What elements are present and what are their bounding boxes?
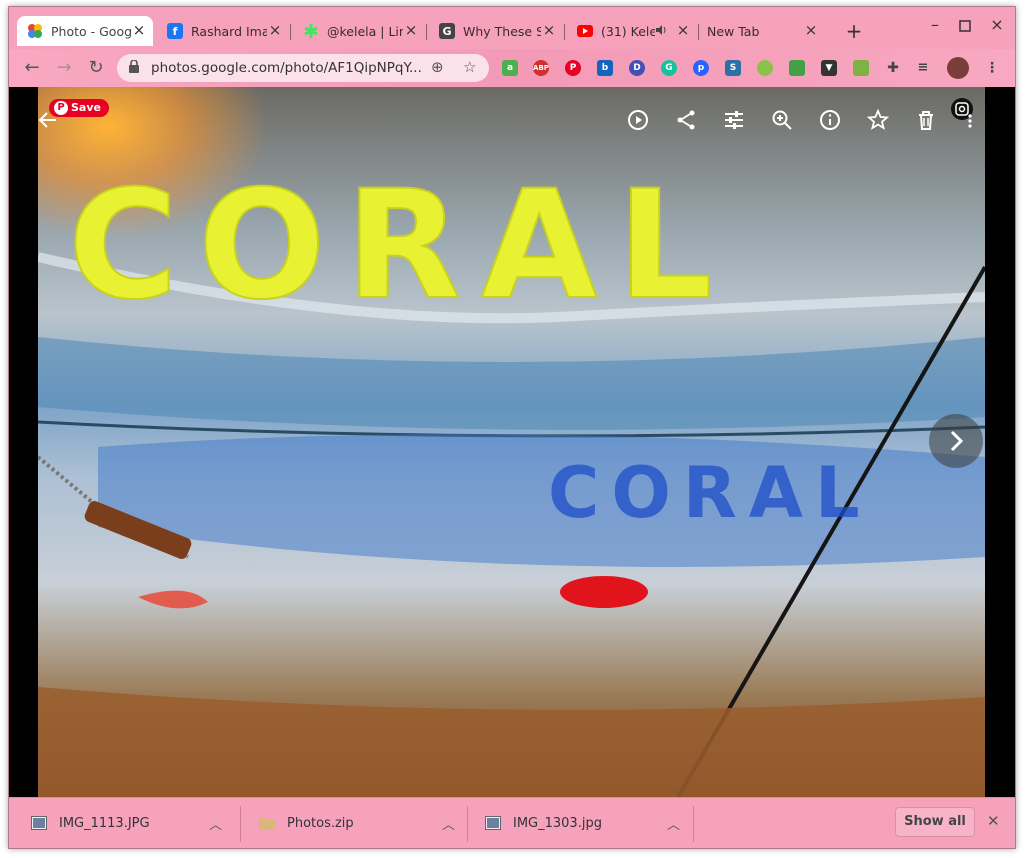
reload-icon[interactable]: ↻ [85,57,107,79]
youtube-icon [577,23,593,39]
edit-tune-icon[interactable] [722,108,746,132]
share-icon[interactable] [674,108,698,132]
close-tab-icon[interactable]: × [675,23,691,39]
extension-icon[interactable] [789,60,805,76]
tab-title: Why These S [463,23,541,39]
back-arrow-icon[interactable] [37,109,59,131]
adblock-plus-icon[interactable]: ABP [533,60,549,76]
download-item[interactable]: IMG_1113.JPG ︿ [9,798,239,848]
chevron-up-icon[interactable]: ︿ [442,814,455,833]
download-filename: IMG_1113.JPG [59,816,150,831]
extension-icon[interactable] [757,60,773,76]
download-item[interactable]: Photos.zip ︿ [237,798,467,848]
svg-text:CORAL: CORAL [548,452,872,534]
address-bar[interactable]: photos.google.com/photo/AF1QipNPqY... ⊕ … [117,54,489,82]
puzzle-extensions-icon[interactable]: ✚ [885,60,901,76]
extension-icon[interactable]: b [597,60,613,76]
painted-coral-text: CORAL [68,159,733,333]
folder-icon [259,816,275,830]
tab-title: (31) Kelela [601,23,655,39]
tab-youtube[interactable]: (31) Kelela × [567,16,697,46]
menu-kebab-icon[interactable]: ⋮ [984,60,1000,76]
close-tab-icon[interactable]: × [403,23,419,39]
extension-icon[interactable]: a [502,60,518,76]
extension-icon[interactable] [853,60,869,76]
tab-title: Photo - Google Photos [51,23,131,39]
pinterest-extension-icon[interactable]: P [565,60,581,76]
extension-icon[interactable]: D [629,60,645,76]
maximize-icon[interactable] [955,17,975,36]
chevron-right-icon [950,430,964,452]
favorite-star-icon[interactable] [866,108,890,132]
more-options-icon[interactable] [965,108,975,132]
bookmark-star-icon[interactable]: ☆ [463,58,476,76]
tab-strip: Photo - Google Photos × f Rashard Imade … [9,7,1015,49]
tab-divider [290,24,291,40]
download-extension-icon[interactable]: ▼ [821,60,837,76]
grammarly-g-icon: G [439,23,455,39]
tab-grammarly[interactable]: G Why These S × [429,16,563,46]
url-text: photos.google.com/photo/AF1QipNPqY... [151,60,421,76]
download-filename: IMG_1303.jpg [513,816,602,831]
chevron-up-icon[interactable]: ︿ [209,814,222,833]
lock-icon [129,59,139,73]
pinterest-save-label: Save [71,101,101,114]
install-app-icon[interactable]: ⊕ [431,58,444,76]
zoom-in-icon[interactable] [770,108,794,132]
linktree-icon [303,23,319,39]
browser-toolbar: ← → ↻ photos.google.com/photo/AF1QipNPqY… [9,49,1015,87]
google-photos-icon [27,23,43,39]
tab-title: New Tab [707,23,760,39]
image-file-icon [485,816,501,830]
close-tab-icon[interactable]: × [803,23,819,39]
browser-window: Photo - Google Photos × f Rashard Imade … [8,6,1016,849]
photo-image: CORAL CORAL [38,87,985,797]
chevron-up-icon[interactable]: ︿ [667,814,680,833]
tab-google-photos[interactable]: Photo - Google Photos × [17,16,153,46]
minimize-icon[interactable]: – [925,15,945,34]
tab-linktree[interactable]: @kelela | Linktree × [293,16,425,46]
extension-icon[interactable]: p [693,60,709,76]
grammarly-extension-icon[interactable]: G [661,60,677,76]
close-tab-icon[interactable]: × [267,23,283,39]
new-tab-plus-icon[interactable]: + [844,21,864,41]
photo-artwork: CORAL CORAL [38,158,985,797]
tab-divider [426,24,427,40]
next-photo-button[interactable] [929,414,983,468]
extension-icon[interactable]: S [725,60,741,76]
tab-title: Rashard Imade [191,23,267,39]
forward-icon[interactable]: → [53,57,75,79]
close-window-icon[interactable]: × [987,15,1007,34]
info-icon[interactable] [818,108,842,132]
download-item[interactable]: IMG_1303.jpg ︿ [463,798,693,848]
profile-avatar[interactable] [947,57,969,79]
media-controls-icon[interactable]: ≡ [915,60,931,76]
tab-title: @kelela | Linktree [327,23,403,39]
tab-new-tab[interactable]: New Tab × [697,16,825,46]
photo-viewer: CORAL CORAL P Save [9,87,1015,797]
image-file-icon [31,816,47,830]
show-all-button[interactable]: Show all [895,807,975,837]
slideshow-play-icon[interactable] [626,108,650,132]
close-shelf-icon[interactable]: ✕ [987,812,1000,830]
divider [693,806,694,842]
facebook-icon: f [167,23,183,39]
speaker-icon[interactable] [655,24,669,39]
tab-divider [564,24,565,40]
close-tab-icon[interactable]: × [131,23,147,39]
download-filename: Photos.zip [287,816,354,831]
close-tab-icon[interactable]: × [541,23,557,39]
tab-facebook[interactable]: f Rashard Imade × [157,16,289,46]
back-icon[interactable]: ← [21,57,43,79]
trash-icon[interactable] [914,108,938,132]
download-shelf: IMG_1113.JPG ︿ Photos.zip ︿ IMG_1303.jpg… [9,797,1015,848]
